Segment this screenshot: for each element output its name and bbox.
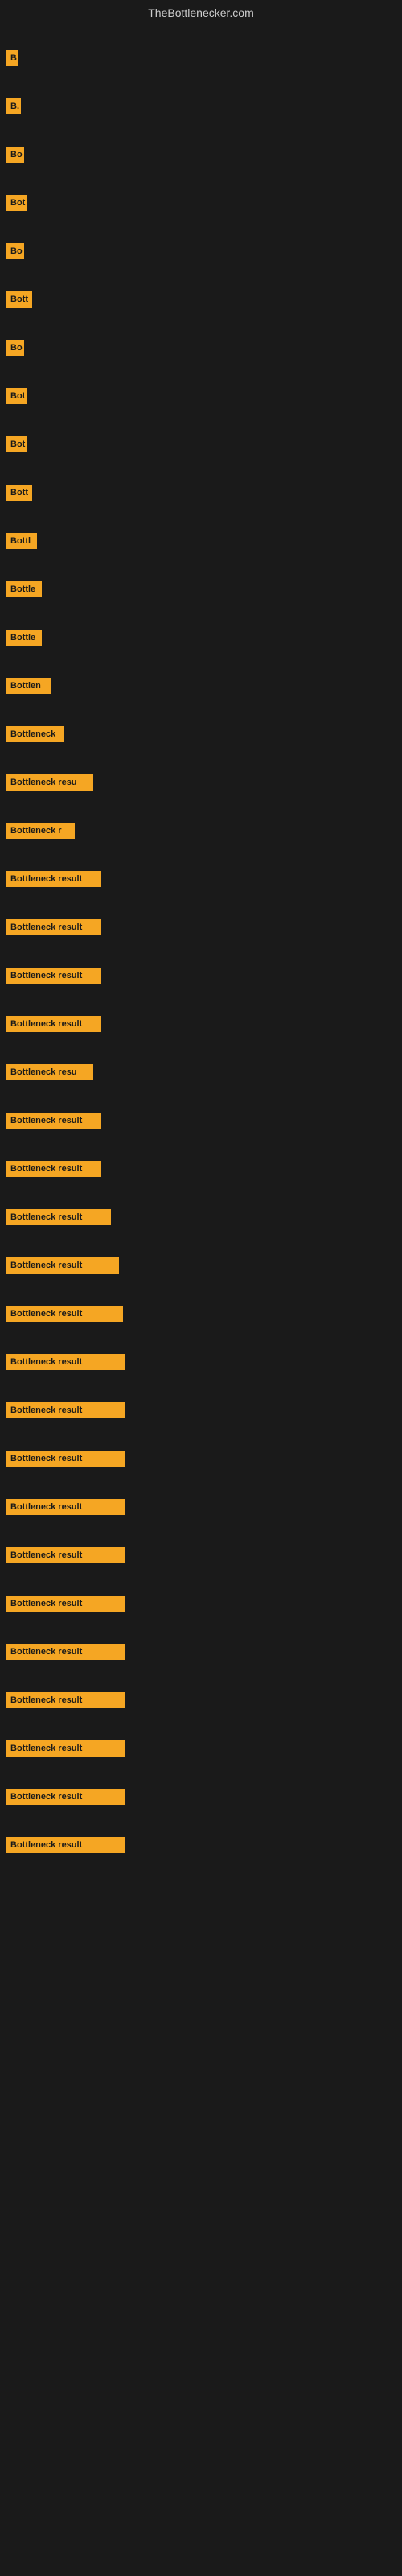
- bar-label: Bot: [6, 388, 27, 404]
- bar-row: Bottleneck result: [0, 1000, 402, 1048]
- bar-label: Bottleneck result: [6, 871, 101, 887]
- bar-label: Bott: [6, 485, 32, 501]
- bar-row: Bottleneck result: [0, 1773, 402, 1821]
- bar-label: Bottleneck result: [6, 1209, 111, 1225]
- bar-row: Bott: [0, 469, 402, 517]
- bar-label: Bottleneck result: [6, 968, 101, 984]
- bar-row: Bottleneck result: [0, 952, 402, 1000]
- bar-row: Bottleneck r: [0, 807, 402, 855]
- bar-row: Bottleneck result: [0, 1483, 402, 1531]
- bar-label: Bo: [6, 147, 24, 163]
- bar-row: Bottleneck result: [0, 1096, 402, 1145]
- bar-label: Bottleneck result: [6, 1596, 125, 1612]
- bar-row: Bottleneck result: [0, 1579, 402, 1628]
- bar-label: Bottleneck result: [6, 1451, 125, 1467]
- bar-label: Bottleneck: [6, 726, 64, 742]
- bar-row: Bo: [0, 130, 402, 179]
- bar-label: Bottleneck result: [6, 1113, 101, 1129]
- bar-label: Bottle: [6, 581, 42, 597]
- bar-label: Bottleneck result: [6, 919, 101, 935]
- bar-label: Bo: [6, 243, 24, 259]
- bar-label: Bo: [6, 340, 24, 356]
- bar-row: Bottle: [0, 565, 402, 613]
- bar-label: Bottle: [6, 630, 42, 646]
- bar-label: Bottleneck result: [6, 1354, 125, 1370]
- bar-row: Bottle: [0, 613, 402, 662]
- bar-label: Bottleneck r: [6, 823, 75, 839]
- bar-label: Bottleneck result: [6, 1499, 125, 1515]
- bar-row: Bottleneck result: [0, 1145, 402, 1193]
- bar-label: Bottleneck result: [6, 1644, 125, 1660]
- site-title: TheBottlenecker.com: [0, 0, 402, 26]
- bar-row: Bottleneck result: [0, 1290, 402, 1338]
- bar-label: Bottleneck resu: [6, 1064, 93, 1080]
- bar-label: B.: [6, 98, 21, 114]
- bar-row: Bottleneck result: [0, 1628, 402, 1676]
- bar-label: Bottlen: [6, 678, 51, 694]
- bar-label: Bott: [6, 291, 32, 308]
- bar-label: B: [6, 50, 18, 66]
- bar-label: Bottl: [6, 533, 37, 549]
- bar-row: Bottleneck result: [0, 1386, 402, 1435]
- bar-label: Bottleneck resu: [6, 774, 93, 791]
- bar-row: Bottleneck result: [0, 1241, 402, 1290]
- bar-row: Bottleneck result: [0, 1676, 402, 1724]
- bar-row: Bottlen: [0, 662, 402, 710]
- bar-row: Bot: [0, 420, 402, 469]
- bar-row: Bo: [0, 227, 402, 275]
- bar-row: Bottl: [0, 517, 402, 565]
- bar-row: Bottleneck resu: [0, 1048, 402, 1096]
- bar-row: Bo: [0, 324, 402, 372]
- bar-label: Bot: [6, 436, 27, 452]
- bars-container: B B. Bo Bot Bo Bott Bo Bot Bot Bott Bottl Bottle Bot…: [0, 26, 402, 1877]
- bar-label: Bottleneck result: [6, 1837, 125, 1853]
- bar-label: Bottleneck result: [6, 1789, 125, 1805]
- bar-row: Bottleneck result: [0, 855, 402, 903]
- bar-row: Bott: [0, 275, 402, 324]
- bar-label: Bottleneck result: [6, 1402, 125, 1418]
- bar-row: B.: [0, 82, 402, 130]
- bar-row: Bottleneck result: [0, 1193, 402, 1241]
- bar-row: Bot: [0, 372, 402, 420]
- bar-row: Bottleneck result: [0, 1821, 402, 1869]
- bar-row: B: [0, 34, 402, 82]
- bar-label: Bottleneck result: [6, 1740, 125, 1757]
- bar-row: Bottleneck resu: [0, 758, 402, 807]
- bar-row: Bottleneck: [0, 710, 402, 758]
- bar-label: Bottleneck result: [6, 1547, 125, 1563]
- bar-label: Bottleneck result: [6, 1161, 101, 1177]
- bar-label: Bottleneck result: [6, 1257, 119, 1274]
- bar-row: Bottleneck result: [0, 1531, 402, 1579]
- bar-label: Bottleneck result: [6, 1692, 125, 1708]
- bar-row: Bottleneck result: [0, 1724, 402, 1773]
- bar-row: Bottleneck result: [0, 903, 402, 952]
- bar-label: Bottleneck result: [6, 1306, 123, 1322]
- bar-row: Bottleneck result: [0, 1338, 402, 1386]
- bar-label: Bottleneck result: [6, 1016, 101, 1032]
- bar-label: Bot: [6, 195, 27, 211]
- bar-row: Bottleneck result: [0, 1435, 402, 1483]
- bar-row: Bot: [0, 179, 402, 227]
